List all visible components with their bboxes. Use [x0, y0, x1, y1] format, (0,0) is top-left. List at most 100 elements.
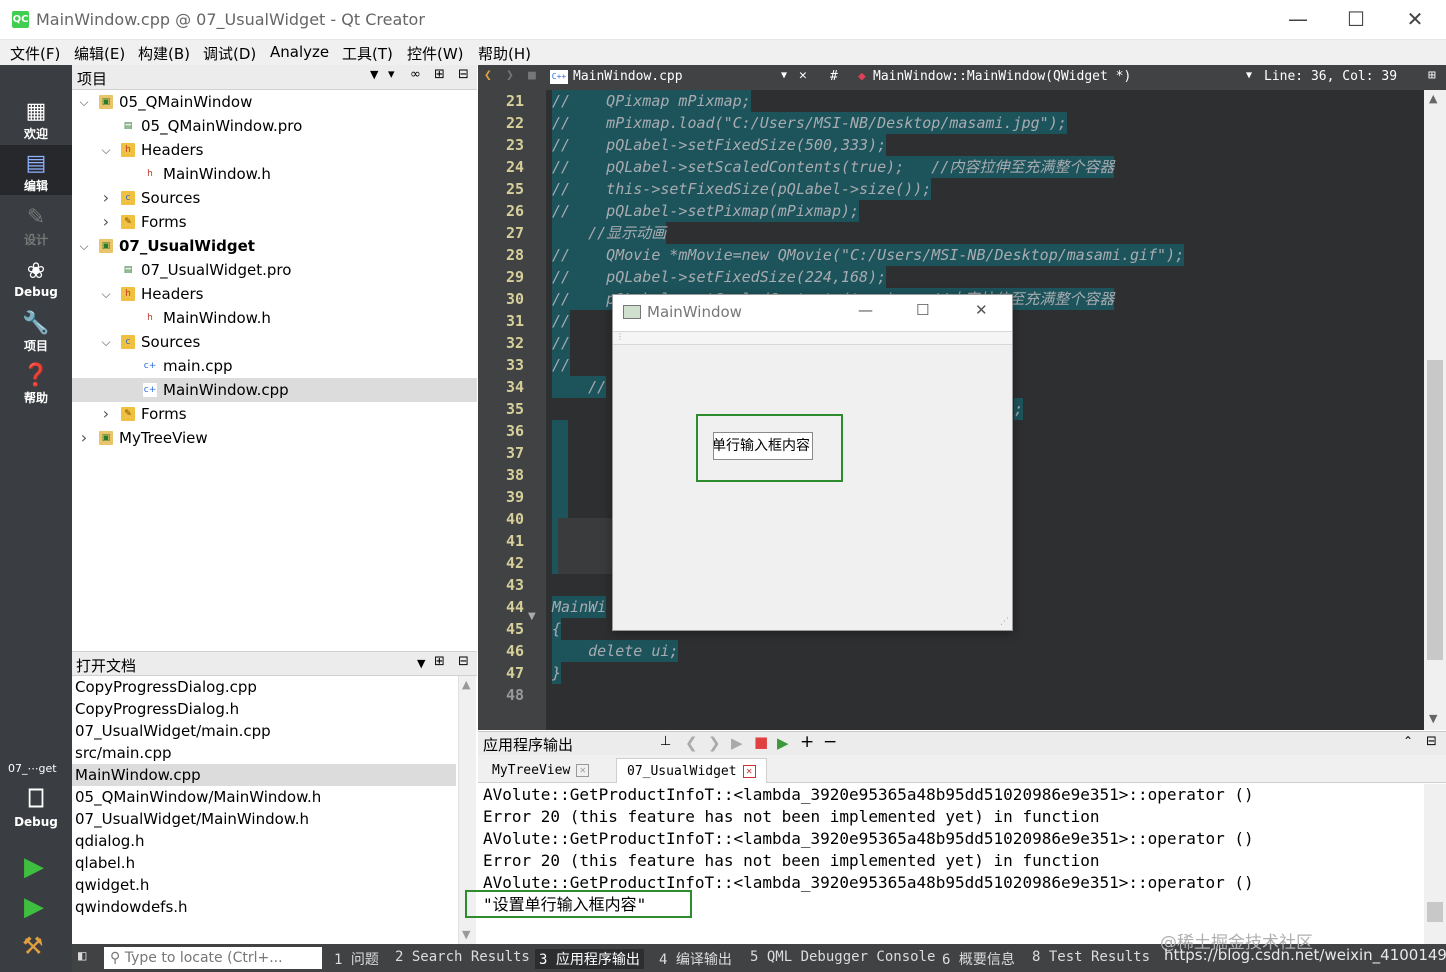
split-icon[interactable]: ⊞	[434, 67, 445, 82]
open-document-item[interactable]: MainWindow.cpp	[72, 764, 456, 786]
open-document-item[interactable]: src/main.cpp	[72, 742, 456, 764]
open-document-item[interactable]: 07_UsualWidget/main.cpp	[72, 720, 456, 742]
prev-icon[interactable]: ❮	[685, 734, 698, 752]
close-pane-icon[interactable]: ⊟	[1426, 734, 1437, 749]
minimize-button[interactable]: —	[1283, 6, 1313, 34]
tree-item[interactable]: ›cSources	[72, 186, 477, 210]
locator-input[interactable]: ⚲ Type to locate (Ctrl+...	[104, 947, 322, 969]
kit-selector[interactable]: ⎕Debug	[0, 783, 72, 829]
menu-analyze[interactable]: Analyze	[270, 43, 329, 61]
symbol-selector[interactable]: MainWindow::MainWindow(QWidget *)	[873, 69, 1131, 84]
menu-help[interactable]: 帮助(H)	[478, 43, 531, 64]
scroll-up-icon[interactable]: ▲	[462, 678, 470, 691]
build-hammer-icon[interactable]: ⚒	[22, 932, 44, 960]
maximize-pane-icon[interactable]: ⌃	[1403, 734, 1413, 748]
split-icon[interactable]: ⊞	[434, 654, 445, 669]
status-compile-output[interactable]: 4 编译输出	[659, 949, 732, 969]
tree-item[interactable]: hMainWindow.h	[72, 306, 477, 330]
plus-icon[interactable]: +	[800, 732, 814, 752]
status-issues[interactable]: 1 问题	[334, 949, 379, 969]
popup-close-button[interactable]: ✕	[975, 301, 988, 319]
scroll-thumb[interactable]	[1427, 360, 1443, 660]
mode-projects[interactable]: 🔧项目	[0, 311, 72, 354]
application-output[interactable]: AVolute::GetProductInfoT::<lambda_3920e9…	[478, 784, 1424, 944]
tab-07-usualwidget[interactable]: 07_UsualWidget✕	[616, 758, 767, 783]
file-dropdown-icon[interactable]: ▼	[781, 70, 787, 81]
tree-item[interactable]: ▤05_QMainWindow.pro	[72, 114, 477, 138]
split-editor-icon[interactable]: ⊞	[1428, 68, 1436, 83]
open-document-item[interactable]: qlabel.h	[72, 852, 456, 874]
forward-arrow-icon[interactable]: ❯	[506, 68, 514, 83]
back-arrow-icon[interactable]: ❮	[484, 68, 492, 83]
tree-item[interactable]: c+MainWindow.cpp	[72, 378, 477, 402]
menu-edit[interactable]: 编辑(E)	[74, 43, 125, 64]
mode-edit[interactable]: ▤编辑	[0, 145, 72, 195]
open-document-item[interactable]: qwidget.h	[72, 874, 456, 896]
output-scrollbar[interactable]	[1424, 784, 1446, 944]
status-search-results[interactable]: 2 Search Results	[395, 949, 530, 965]
close-tab-icon[interactable]: ✕	[576, 764, 589, 777]
close-panel-icon[interactable]: ⊟	[458, 67, 469, 82]
tree-item[interactable]: ⌵cSources	[72, 330, 477, 354]
status-app-output[interactable]: 3 应用程序输出	[535, 949, 644, 969]
open-document-item[interactable]: 07_UsualWidget/MainWindow.h	[72, 808, 456, 830]
filter-icon[interactable]: ▾	[388, 67, 395, 82]
editor-file-selector[interactable]: MainWindow.cpp	[573, 69, 683, 84]
chevron-right-icon[interactable]: ›	[77, 426, 91, 450]
link-icon[interactable]: ∞	[410, 67, 421, 82]
popup-minimize-button[interactable]: —	[858, 301, 873, 319]
status-qml-debugger[interactable]: 5 QML Debugger Console	[750, 949, 935, 965]
attach-icon[interactable]: ⊥	[660, 734, 671, 749]
scroll-down-icon[interactable]: ▼	[1429, 712, 1437, 725]
maximize-button[interactable]: ☐	[1341, 6, 1371, 34]
menu-widgets[interactable]: 控件(W)	[407, 43, 464, 64]
menu-build[interactable]: 构建(B)	[138, 43, 190, 64]
open-document-item[interactable]: 05_QMainWindow/MainWindow.h	[72, 786, 456, 808]
chevron-down-icon[interactable]: ⌵	[77, 234, 91, 258]
close-panel-icon[interactable]: ⊟	[458, 654, 469, 669]
scroll-up-icon[interactable]: ▲	[1429, 92, 1437, 105]
rerun-icon[interactable]: ▶	[731, 734, 743, 752]
chevron-down-icon[interactable]: ⌵	[77, 90, 91, 114]
open-document-item[interactable]: CopyProgressDialog.cpp	[72, 676, 456, 698]
chevron-down-icon[interactable]: ⌵	[99, 330, 113, 354]
fold-arrow-icon[interactable]: ▼	[528, 611, 536, 622]
tree-item[interactable]: c+main.cpp	[72, 354, 477, 378]
mode-debug[interactable]: ❀Debug	[0, 259, 72, 299]
kit-selector-label[interactable]: 07_⋯get	[8, 762, 57, 775]
tree-item[interactable]: ⌵hHeaders	[72, 282, 477, 306]
tree-item[interactable]: ▤07_UsualWidget.pro	[72, 258, 477, 282]
tree-item[interactable]: ⌵▣05_QMainWindow	[72, 90, 477, 114]
panel-dropdown-icon[interactable]: ▼	[417, 657, 425, 670]
chevron-right-icon[interactable]: ›	[99, 210, 113, 234]
line-edit[interactable]: 设置单行输入框内容	[713, 432, 813, 460]
open-document-item[interactable]: CopyProgressDialog.h	[72, 698, 456, 720]
chevron-down-icon[interactable]: ⌵	[99, 282, 113, 306]
status-general-messages[interactable]: 6 概要信息	[942, 949, 1015, 969]
toggle-sidebar-icon[interactable]: ◧	[78, 948, 86, 964]
close-button[interactable]: ✕	[1400, 6, 1430, 34]
debug-run-icon[interactable]: ▶	[24, 892, 44, 922]
resize-grip-icon[interactable]: ⋰	[1000, 617, 1009, 627]
menu-tools[interactable]: 工具(T)	[342, 43, 393, 64]
run-icon[interactable]: ▶	[24, 852, 44, 882]
menu-file[interactable]: 文件(F)	[10, 43, 60, 64]
close-document-icon[interactable]: ✕	[799, 68, 807, 83]
mode-help[interactable]: ❓帮助	[0, 363, 72, 406]
tab-mytreeview[interactable]: MyTreeView✕	[482, 758, 599, 783]
tree-item[interactable]: ›▣MyTreeView	[72, 426, 477, 450]
mode-design[interactable]: ✎设计	[0, 205, 72, 248]
close-tab-icon[interactable]: ✕	[743, 765, 756, 778]
debug-run-icon[interactable]: ▶	[777, 734, 789, 752]
chevron-right-icon[interactable]: ›	[99, 402, 113, 426]
next-icon[interactable]: ❯	[708, 734, 721, 752]
menu-debug[interactable]: 调试(D)	[203, 43, 256, 64]
popup-maximize-button[interactable]: ☐	[916, 301, 929, 319]
editor-scrollbar[interactable]: ▲ ▼	[1424, 90, 1446, 730]
tree-item[interactable]: ›✎Forms	[72, 210, 477, 234]
status-test-results[interactable]: 8 Test Results	[1032, 949, 1150, 965]
open-document-item[interactable]: qdialog.h	[72, 830, 456, 852]
chevron-down-icon[interactable]: ⌵	[99, 138, 113, 162]
stop-icon[interactable]: ■	[754, 733, 768, 751]
tree-item[interactable]: ›✎Forms	[72, 402, 477, 426]
